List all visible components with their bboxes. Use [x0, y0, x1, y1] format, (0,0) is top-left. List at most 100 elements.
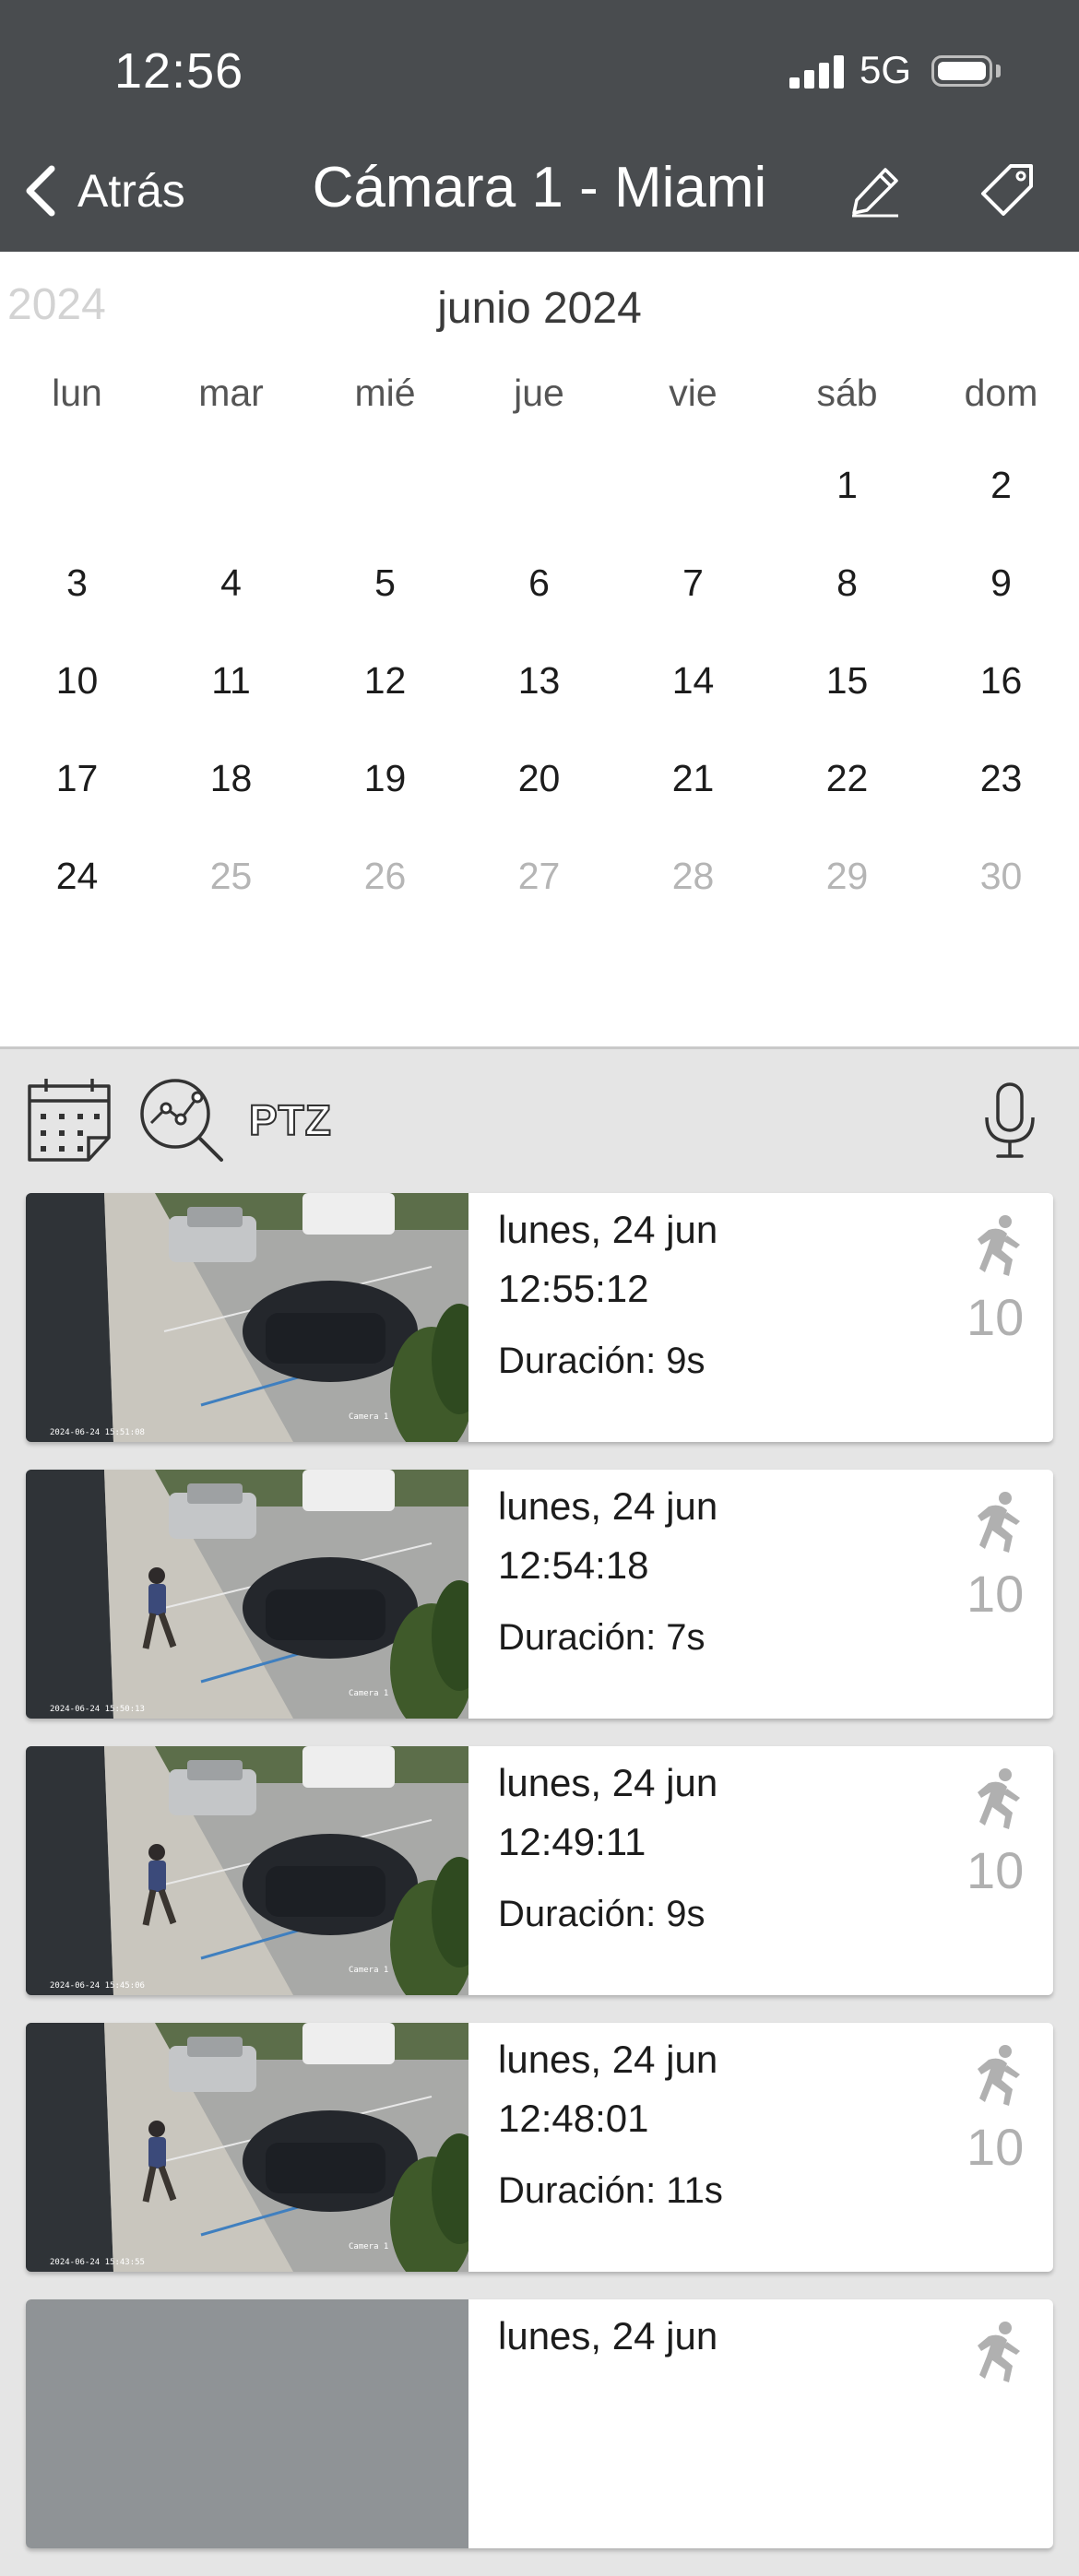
calendar-day[interactable]: 19	[308, 748, 462, 845]
calendar-grid: 1 2 3 4 5 6 7 8 9 10 11 12 13 14 15 16 17 18 19 20 21 22 23 24 2…	[0, 455, 1079, 943]
calendar-day: 28	[671, 855, 715, 897]
event-duration: Duración: 7s	[498, 1617, 706, 1658]
event-card[interactable]: 2024-06-24 15:50:13 Camera 1 lunes, 24 j…	[26, 1470, 1053, 1719]
calendar-day[interactable]: 8	[770, 552, 924, 650]
event-card[interactable]: 2024-06-24 15:51:08 Camera 1 lunes, 24 j…	[26, 1193, 1053, 1442]
chevron-left-icon	[26, 165, 55, 217]
weekday-label: sáb	[816, 372, 878, 414]
calendar-day: 27	[517, 855, 561, 897]
event-count: 10	[966, 1565, 1025, 1623]
page-title: Cámara 1 - Miami	[312, 156, 767, 219]
calendar-day: 26	[363, 855, 407, 897]
calendar-week: 24 25 26 27 28 29 30	[0, 845, 1079, 943]
event-thumbnail[interactable]: 2024-06-24 15:43:55 Camera 1	[26, 2023, 468, 2272]
calendar-day[interactable]: 17	[0, 748, 154, 845]
calendar-day[interactable]: 10	[0, 650, 154, 748]
event-date: lunes, 24 jun	[498, 2314, 718, 2357]
calendar-day[interactable]: 15	[770, 650, 924, 748]
battery-tip	[996, 65, 1001, 77]
calendar-day[interactable]: 3	[0, 552, 154, 650]
calendar-day[interactable]: 14	[616, 650, 770, 748]
calendar-week: 17 18 19 20 21 22 23	[0, 748, 1079, 845]
svg-text:Camera 1: Camera 1	[349, 1412, 388, 1422]
pencil-icon[interactable]	[848, 164, 902, 218]
event-card[interactable]: lunes, 24 jun	[26, 2299, 1053, 2548]
event-list: 2024-06-24 15:51:08 Camera 1 lunes, 24 j…	[26, 1193, 1053, 2576]
weekday-label: jue	[514, 372, 564, 414]
svg-text:2024-06-24 15:45:06: 2024-06-24 15:45:06	[50, 1981, 145, 1991]
event-card[interactable]: 2024-06-24 15:45:06 Camera 1 lunes, 24 j…	[26, 1746, 1053, 1995]
svg-text:Camera 1: Camera 1	[349, 1966, 388, 1975]
motion-person-icon	[978, 1492, 1020, 1553]
back-label: Atrás	[77, 165, 185, 217]
battery-icon	[931, 55, 992, 87]
svg-text:2024-06-24 15:50:13: 2024-06-24 15:50:13	[50, 1705, 145, 1714]
calendar-day[interactable]: 2	[924, 455, 1078, 552]
calendar-day[interactable]: 1	[770, 455, 924, 552]
svg-text:Camera 1: Camera 1	[349, 2242, 388, 2251]
calendar-day[interactable]: 13	[462, 650, 616, 748]
event-time: 12:48:01	[498, 2097, 649, 2140]
app-header: 12:56 5G Atrás Cámara 1 - Miami	[0, 0, 1079, 252]
calendar-day[interactable]: 4	[154, 552, 308, 650]
calendar-icon[interactable]	[26, 1077, 113, 1164]
back-button[interactable]: Atrás	[22, 159, 185, 223]
calendar-empty-cell	[154, 455, 308, 552]
event-count: 10	[966, 1841, 1025, 1899]
calendar-empty-cell	[0, 455, 154, 552]
calendar-day[interactable]: 12	[308, 650, 462, 748]
status-time: 12:56	[114, 43, 244, 99]
event-date: lunes, 24 jun	[498, 1484, 718, 1528]
weekday-label: dom	[964, 372, 1038, 414]
month-label: junio 2024	[437, 284, 642, 333]
calendar-day[interactable]: 6	[462, 552, 616, 650]
calendar-day[interactable]: 7	[616, 552, 770, 650]
event-thumbnail[interactable]: 2024-06-24 15:50:13 Camera 1	[26, 1470, 468, 1719]
motion-person-icon	[978, 2045, 1020, 2106]
microphone-icon[interactable]	[981, 1081, 1038, 1160]
event-thumbnail[interactable]	[26, 2299, 468, 2548]
event-date: lunes, 24 jun	[498, 1761, 718, 1804]
calendar-empty-cell	[616, 455, 770, 552]
calendar-day[interactable]: 24	[0, 845, 154, 943]
calendar-day[interactable]: 11	[154, 650, 308, 748]
signal-icon	[789, 55, 845, 89]
calendar-day[interactable]: 22	[770, 748, 924, 845]
calendar-week: 10 11 12 13 14 15 16	[0, 650, 1079, 748]
event-time: 12:55:12	[498, 1267, 649, 1310]
calendar-day: 30	[979, 855, 1023, 897]
event-date: lunes, 24 jun	[498, 2038, 718, 2081]
event-thumbnail[interactable]: 2024-06-24 15:45:06 Camera 1	[26, 1746, 468, 1995]
svg-text:2024-06-24 15:43:55: 2024-06-24 15:43:55	[50, 2258, 145, 2267]
event-card[interactable]: 2024-06-24 15:43:55 Camera 1 lunes, 24 j…	[26, 2023, 1053, 2272]
calendar-day[interactable]: 5	[308, 552, 462, 650]
motion-person-icon	[978, 1768, 1020, 1829]
motion-person-icon	[978, 1215, 1020, 1276]
analytics-search-icon[interactable]	[136, 1075, 225, 1164]
ptz-button[interactable]: PTZ	[248, 1095, 332, 1145]
event-duration: Duración: 11s	[498, 2170, 723, 2211]
weekday-label: vie	[669, 372, 717, 414]
calendar-day[interactable]: 23	[924, 748, 1078, 845]
event-date: lunes, 24 jun	[498, 1208, 718, 1251]
event-time: 12:49:11	[498, 1820, 646, 1863]
calendar-week: 3456789	[0, 552, 1079, 650]
event-count: 10	[966, 1288, 1025, 1346]
event-thumbnail[interactable]: 2024-06-24 15:51:08 Camera 1	[26, 1193, 468, 1442]
weekday-label: lun	[52, 372, 102, 414]
weekday-row: lun mar mié jue vie sáb dom	[0, 372, 1079, 415]
weekday-label: mar	[198, 372, 264, 414]
calendar-empty-cell	[462, 455, 616, 552]
svg-text:Camera 1: Camera 1	[349, 1689, 388, 1698]
calendar-day: 29	[825, 855, 869, 897]
calendar-day[interactable]: 9	[924, 552, 1078, 650]
calendar-empty-cell	[308, 455, 462, 552]
calendar-day[interactable]: 20	[462, 748, 616, 845]
calendar-day[interactable]: 18	[154, 748, 308, 845]
calendar-day[interactable]: 21	[616, 748, 770, 845]
motion-person-icon	[978, 2322, 1020, 2382]
event-duration: Duración: 9s	[498, 1341, 706, 1381]
calendar-day[interactable]: 16	[924, 650, 1078, 748]
calendar-week: 12	[0, 455, 1079, 552]
tag-icon[interactable]	[979, 162, 1035, 218]
